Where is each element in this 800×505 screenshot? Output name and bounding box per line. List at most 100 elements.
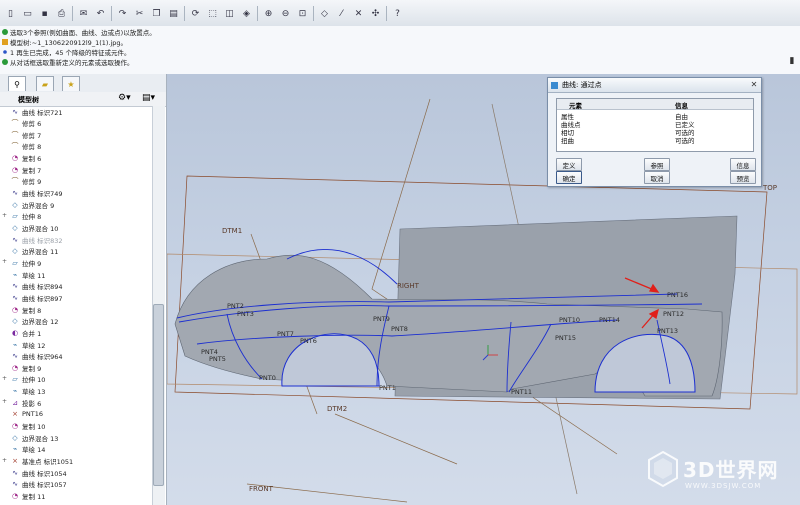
select-icon[interactable]: ⬚ (206, 7, 219, 20)
scroll-up-icon[interactable]: ▮ (786, 56, 798, 72)
copy-feature-icon: ◔ (11, 165, 19, 174)
regenerate-icon[interactable]: ⟳ (189, 7, 202, 20)
repaint-icon[interactable]: ◫ (223, 7, 236, 20)
sketch-icon: ⌁ (12, 270, 18, 279)
tree-item[interactable]: + ▱ 拉伸 10 (0, 374, 152, 385)
tree-item[interactable]: ∿ 曲线 标识1054 (0, 467, 152, 478)
tree-item-label: 边界混合 10 (22, 225, 59, 233)
tree-item[interactable]: ⌁ 草绘 14 (0, 444, 152, 455)
undo-icon[interactable]: ↶ (94, 7, 107, 20)
tree-item[interactable]: ∿ 曲线 标识1057 (0, 479, 152, 490)
email-icon[interactable]: ✉ (77, 7, 90, 20)
tree-item[interactable]: + ⊿ 投影 6 (0, 397, 152, 408)
datum-planes-icon[interactable]: ◇ (318, 7, 331, 20)
message-line: 模型树:~1_1306220912l9_1(1).jpg。 (2, 37, 127, 47)
datum-axes-icon[interactable]: ⁄ (335, 7, 348, 20)
expand-icon[interactable]: + (1, 212, 8, 220)
redo-icon[interactable]: ↷ (116, 7, 129, 20)
tree-item[interactable]: ∿ 曲线 标识832 (0, 234, 152, 245)
tree-item[interactable]: ◇ 边界混合 11 (0, 246, 152, 257)
tree-item-label: 修剪 9 (22, 178, 42, 187)
cancel-button[interactable]: 取消 (644, 171, 670, 184)
copy-icon[interactable]: ❐ (150, 7, 163, 20)
reference-button[interactable]: 参照 (644, 158, 670, 171)
tree-item[interactable]: ⌁ 草绘 12 (0, 339, 152, 350)
tree-item[interactable]: ◔ 复制 9 (0, 362, 152, 373)
expand-icon (1, 388, 8, 395)
tree-item-label: 曲线 标识964 (22, 353, 63, 362)
tree-item[interactable]: ⌒ 修剪 9 (0, 176, 152, 187)
zoom-out-icon[interactable]: ⊖ (279, 7, 292, 20)
tree-item[interactable]: ◐ 合并 1 (0, 327, 152, 338)
tree-item[interactable]: ◇ 边界混合 13 (0, 432, 152, 443)
tree-item[interactable]: ⌁ 草绘 13 (0, 386, 152, 397)
tree-item[interactable]: ∿ 曲线 标识894 (0, 281, 152, 292)
label-right: RIGHT (397, 282, 420, 290)
tree-item[interactable]: ◔ 复制 10 (0, 421, 152, 432)
tab-favorites[interactable]: ★ (62, 76, 80, 91)
tree-item[interactable]: + ▱ 拉伸 8 (0, 211, 152, 222)
tree-item[interactable]: + ▱ 拉伸 9 (0, 257, 152, 268)
extrude-icon: ▱ (12, 212, 18, 221)
expand-icon[interactable]: + (1, 399, 8, 406)
refit-icon[interactable]: ⊡ (296, 7, 309, 20)
cut-icon[interactable]: ✂ (133, 7, 146, 20)
tree-item[interactable]: ◇ 边界混合 10 (0, 223, 152, 234)
orient-icon[interactable]: ◈ (240, 7, 253, 20)
expand-icon[interactable]: + (1, 457, 8, 465)
close-icon[interactable]: ✕ (749, 80, 759, 89)
print-icon[interactable]: ⎙ (55, 7, 68, 20)
paste-icon[interactable]: ▤ (167, 7, 180, 20)
table-cell[interactable]: 扭曲 (561, 135, 574, 145)
spin-center-icon[interactable]: ✣ (369, 7, 382, 20)
dialog-titlebar[interactable]: 曲线: 通过点 (548, 78, 761, 93)
curve-icon: ∿ (12, 235, 18, 244)
tab-model-tree[interactable]: ⚲ (8, 76, 26, 91)
datum-point-icon: × (12, 410, 18, 419)
tree-item[interactable]: ∿ 曲线 标识964 (0, 351, 152, 362)
ok-button[interactable]: 确定 (556, 171, 582, 184)
trim-icon: ⌒ (11, 177, 19, 186)
tree-show-icon[interactable]: ▤▾ (142, 93, 155, 103)
expand-icon (1, 178, 8, 185)
tree-item-label: 边界混合 9 (22, 201, 55, 210)
tree-item[interactable]: ∿ 曲线 标识897 (0, 292, 152, 303)
scrollbar-thumb[interactable] (153, 304, 164, 486)
tree-item[interactable]: ◔ 复制 6 (0, 153, 152, 164)
tree-item[interactable]: ◇ 边界混合 12 (0, 316, 152, 327)
expand-icon (1, 423, 8, 430)
info-button[interactable]: 信息 (730, 158, 756, 171)
tree-item[interactable]: + × 基准点 标识1051 (0, 456, 152, 467)
label-pnt16: PNT16 (667, 291, 688, 299)
open-icon[interactable]: ▭ (21, 7, 34, 20)
preview-button[interactable]: 预览 (730, 171, 756, 184)
expand-icon[interactable]: + (1, 259, 8, 266)
tree-item[interactable]: ◇ 边界混合 9 (0, 199, 152, 210)
tree-item[interactable]: ◔ 复制 11 (0, 490, 152, 501)
save-icon[interactable]: ▪ (38, 7, 51, 20)
tree-item[interactable]: ∿ 曲线 标识749 (0, 188, 152, 199)
tree-item[interactable]: ⌒ 修剪 8 (0, 141, 152, 152)
tab-folder-browser[interactable]: ▰ (36, 76, 54, 91)
help-icon[interactable]: ? (391, 7, 404, 20)
define-button[interactable]: 定义 (556, 158, 582, 171)
tree-item[interactable]: ⌒ 修剪 7 (0, 129, 152, 140)
watermark-brand: 3D世界网 (683, 458, 779, 482)
tree-item[interactable]: × PNT16 (0, 409, 152, 420)
new-icon[interactable]: ▯ (4, 7, 17, 20)
tree-item[interactable]: ◔ 复制 8 (0, 304, 152, 315)
tree-item[interactable]: ∿ 曲线 标识721 (0, 106, 152, 117)
tree-settings-icon[interactable]: ⚙▾ (118, 93, 131, 103)
tree-item[interactable]: ⌁ 草绘 11 (0, 269, 152, 280)
expand-icon (1, 446, 8, 453)
expand-icon[interactable]: + (1, 375, 8, 383)
tree-item[interactable]: ⌒ 修剪 6 (0, 118, 152, 129)
table-cell: 可选的 (675, 137, 695, 145)
tree-item[interactable]: ◔ 复制 7 (0, 164, 152, 175)
datum-points-icon[interactable]: ✕ (352, 7, 365, 20)
expand-icon (1, 434, 8, 441)
curve-icon: ∿ (12, 293, 18, 302)
expand-icon (1, 225, 8, 232)
boundary-blend-icon: ◇ (12, 433, 18, 442)
zoom-in-icon[interactable]: ⊕ (262, 7, 275, 20)
